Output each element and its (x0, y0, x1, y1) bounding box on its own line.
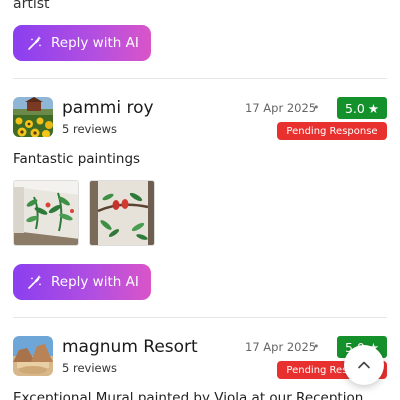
rating-badge: 5.0 ★ (337, 97, 387, 119)
reviewer-name[interactable]: magnum Resort (62, 337, 198, 357)
magic-wand-icon (28, 36, 42, 50)
reviewer-avatar (13, 97, 53, 137)
review-text: Exceptional Mural painted by Viola at ou… (13, 390, 364, 400)
status-badge: Pending Response (277, 122, 387, 140)
divider (13, 317, 387, 318)
separator-dot: • (313, 340, 320, 353)
review-text-previous: artist (13, 0, 50, 12)
reviewer-avatar (13, 336, 53, 376)
reviewer-name[interactable]: pammi roy (62, 98, 154, 118)
desert-rocks-photo (13, 336, 53, 376)
reply-with-ai-button[interactable]: Reply with AI (13, 264, 151, 300)
reply-with-ai-label: Reply with AI (51, 274, 139, 290)
sunflower-field-photo (13, 97, 53, 137)
rating-value: 5.0 (344, 100, 365, 116)
chevron-up-icon (358, 361, 370, 369)
reviews-count: 5 reviews (62, 122, 117, 136)
review-date: 17 Apr 2025 (245, 340, 317, 354)
reviews-count: 5 reviews (62, 361, 117, 375)
separator-dot: • (313, 101, 320, 114)
divider (13, 78, 387, 79)
star-icon: ★ (367, 100, 380, 116)
reply-with-ai-button[interactable]: Reply with AI (13, 25, 151, 61)
review-text: Fantastic paintings (13, 151, 141, 167)
review-photo[interactable] (89, 180, 155, 246)
scroll-to-top-button[interactable] (344, 345, 384, 385)
mural-corridor-photo (14, 181, 78, 245)
mural-birds-photo (90, 181, 154, 245)
review-photo[interactable] (13, 180, 79, 246)
reply-with-ai-label: Reply with AI (51, 35, 139, 51)
magic-wand-icon (28, 275, 42, 289)
review-date: 17 Apr 2025 (245, 101, 317, 115)
